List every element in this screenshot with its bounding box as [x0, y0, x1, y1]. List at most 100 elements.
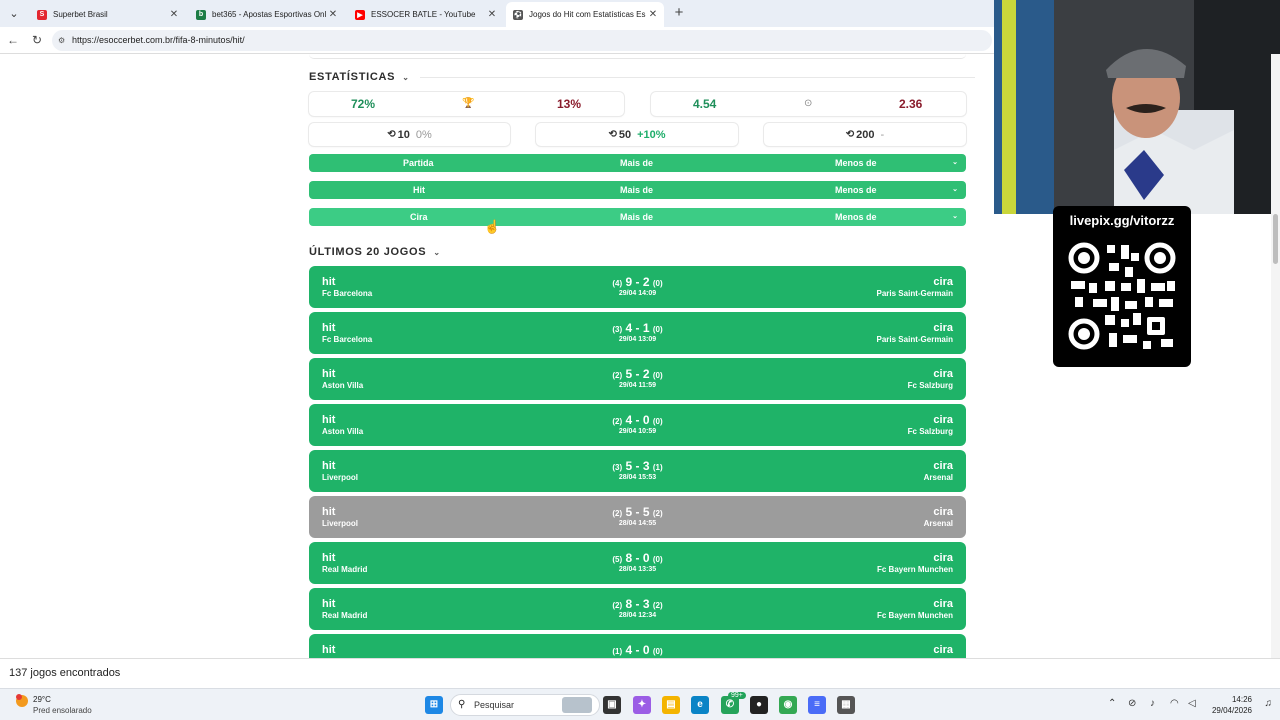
chevron-down-icon[interactable]: ⌄: [952, 212, 958, 220]
chevron-down-icon[interactable]: ⌄: [952, 185, 958, 193]
results-footer: 137 jogos encontrados: [0, 658, 1280, 688]
close-icon[interactable]: ✕: [167, 9, 181, 20]
away-player: cira: [933, 552, 953, 564]
notification-bell-icon[interactable]: ♫: [1265, 698, 1273, 709]
browser-tab[interactable]: ▶ ESSOCER BATLE - YouTube ✕: [348, 2, 503, 27]
site-info-icon[interactable]: ⚙: [58, 30, 65, 51]
close-icon[interactable]: ✕: [326, 9, 340, 20]
back-icon[interactable]: ←: [5, 32, 21, 48]
volume-icon[interactable]: ◁: [1188, 698, 1196, 709]
home-goals: 5: [625, 505, 633, 519]
away-halftime: (0): [652, 417, 663, 426]
match-row[interactable]: hit (1) 4 - 0 (0) cira: [309, 634, 966, 658]
filter-over: Mais de: [620, 185, 654, 195]
filter-under: Menos de: [835, 158, 877, 168]
edge-icon[interactable]: e: [691, 696, 709, 714]
weather-condition: Pred ensolarado: [33, 706, 92, 715]
browser-tab[interactable]: ⚽ Jogos do Hit com Estatísticas Espo ✕: [506, 2, 664, 27]
home-halftime: (5): [612, 555, 623, 564]
browser-tab[interactable]: S Superbet Brasil ✕: [30, 2, 185, 27]
away-goals: 0: [642, 413, 650, 427]
copilot-icon[interactable]: ✦: [633, 696, 651, 714]
home-halftime: (2): [612, 509, 623, 518]
home-halftime: (3): [612, 325, 623, 334]
away-player: cira: [933, 414, 953, 426]
match-row[interactable]: hit Liverpool (2) 5 - 5 (2) 28/04 14:55 cira…: [309, 496, 966, 538]
file-explorer-icon[interactable]: ▤: [662, 696, 680, 714]
filter-cira[interactable]: Cira Mais de Menos de ⌄: [309, 208, 966, 226]
match-row[interactable]: hit Liverpool (3) 5 - 3 (1) 28/04 15:53 cira…: [309, 450, 966, 492]
livepix-link: livepix.gg/vitorzz: [1069, 213, 1175, 228]
web-page: ESTATÍSTICAS ⌄ 72% 🏆 13% 4.54 ⊙ 2.36 ⟲ 1…: [0, 54, 994, 658]
goals-card: 4.54 ⊙ 2.36: [651, 92, 966, 116]
history-icon: ⟲: [845, 129, 855, 140]
tab-title: ESSOCER BATLE - YouTube: [371, 10, 476, 19]
close-icon[interactable]: ✕: [646, 9, 660, 20]
match-row[interactable]: hit Aston Villa (2) 5 - 2 (0) 29/04 11:59 ci…: [309, 358, 966, 400]
away-player: cira: [933, 644, 953, 656]
last-200-card[interactable]: ⟲ 200 -: [764, 123, 966, 146]
away-player: cira: [933, 506, 953, 518]
task-view-icon[interactable]: ▣: [603, 696, 621, 714]
tray-app-icon[interactable]: ♪: [1150, 698, 1155, 709]
history-icon: ⟲: [608, 129, 617, 140]
ultimos-header[interactable]: ÚLTIMOS 20 JOGOS ⌄: [309, 246, 441, 258]
match-row[interactable]: hit Fc Barcelona (3) 4 - 1 (0) 29/04 13:09 c…: [309, 312, 966, 354]
tray-chevron-icon[interactable]: ⌃: [1108, 698, 1116, 709]
browser-tab[interactable]: b bet365 - Apostas Esportivas Online ✕: [189, 2, 344, 27]
match-row[interactable]: hit Fc Barcelona (4) 9 - 2 (0) 29/04 14:09 c…: [309, 266, 966, 308]
match-row[interactable]: hit Real Madrid (2) 8 - 3 (2) 28/04 12:34 ci…: [309, 588, 966, 630]
match-row[interactable]: hit Real Madrid (5) 8 - 0 (0) 28/04 13:35 ci…: [309, 542, 966, 584]
calculator-icon[interactable]: ▦: [837, 696, 855, 714]
clock-date: 29/04/2026: [1211, 706, 1252, 715]
reload-icon[interactable]: ↻: [29, 32, 45, 48]
filter-label: Hit: [413, 185, 425, 195]
chevron-down-icon[interactable]: ⌄: [952, 158, 958, 166]
window-size: 50: [618, 128, 632, 141]
estatisticas-header[interactable]: ESTATÍSTICAS ⌄: [309, 71, 975, 83]
win-loss-card: 72% 🏆 13%: [309, 92, 624, 116]
tab-favicon-icon: b: [196, 9, 206, 20]
away-goals: 2: [642, 275, 650, 289]
trophy-icon: 🏆: [462, 98, 475, 109]
home-goals: 4: [625, 643, 633, 657]
away-halftime: (0): [652, 325, 663, 334]
notepad-icon[interactable]: ≡: [808, 696, 826, 714]
wifi-icon[interactable]: ◠: [1170, 698, 1179, 709]
away-team: Fc Salzburg: [907, 427, 953, 436]
weather-widget[interactable]: 29°C Pred ensolarado: [14, 693, 92, 715]
windows-start-icon[interactable]: ⊞: [425, 696, 443, 714]
away-halftime: (0): [652, 555, 663, 564]
match-row[interactable]: hit Aston Villa (2) 4 - 0 (0) 29/04 10:59 ci…: [309, 404, 966, 446]
window-delta: +10%: [637, 128, 666, 141]
tab-favicon-icon: ▶: [355, 9, 365, 20]
filter-partida[interactable]: Partida Mais de Menos de ⌄: [309, 154, 966, 172]
obs-icon[interactable]: ●: [750, 696, 768, 714]
last-50-card[interactable]: ⟲ 50 +10%: [536, 123, 738, 146]
last-10-card[interactable]: ⟲ 10 0%: [309, 123, 510, 146]
new-tab-button[interactable]: +: [670, 4, 688, 22]
ultimos-title: ÚLTIMOS 20 JOGOS: [309, 246, 427, 258]
window-delta: 0%: [415, 128, 432, 141]
filter-over: Mais de: [620, 212, 654, 222]
home-goals: 4: [625, 413, 633, 427]
filter-over: Mais de: [620, 158, 654, 168]
match-date: 29/04 14:09: [618, 290, 657, 297]
match-date: 28/04 12:34: [618, 612, 657, 619]
windows-taskbar: 29°C Pred ensolarado ⊞ ⚲ Pesquisar ▣ ✦ ▤…: [0, 688, 1280, 720]
scrollbar-thumb[interactable]: [1273, 214, 1278, 264]
chrome-icon[interactable]: ◉: [779, 696, 797, 714]
away-goals: 3: [642, 597, 650, 611]
home-halftime: (2): [612, 371, 623, 380]
divider: [419, 76, 975, 78]
away-goals: 2: [642, 367, 650, 381]
filter-hit[interactable]: Hit Mais de Menos de ⌄: [309, 181, 966, 199]
system-clock[interactable]: 14:26 29/04/2026: [1212, 694, 1252, 716]
window-size: 200: [856, 128, 875, 141]
url-field[interactable]: ⚙ https://esoccerbet.com.br/fifa-8-minut…: [52, 30, 992, 51]
close-icon[interactable]: ✕: [485, 9, 499, 20]
page-scrollbar[interactable]: [1271, 54, 1280, 658]
away-goals: 0: [642, 551, 650, 565]
tab-list-icon[interactable]: ⌄: [4, 4, 24, 24]
tray-network-icon[interactable]: ⊘: [1128, 698, 1136, 709]
